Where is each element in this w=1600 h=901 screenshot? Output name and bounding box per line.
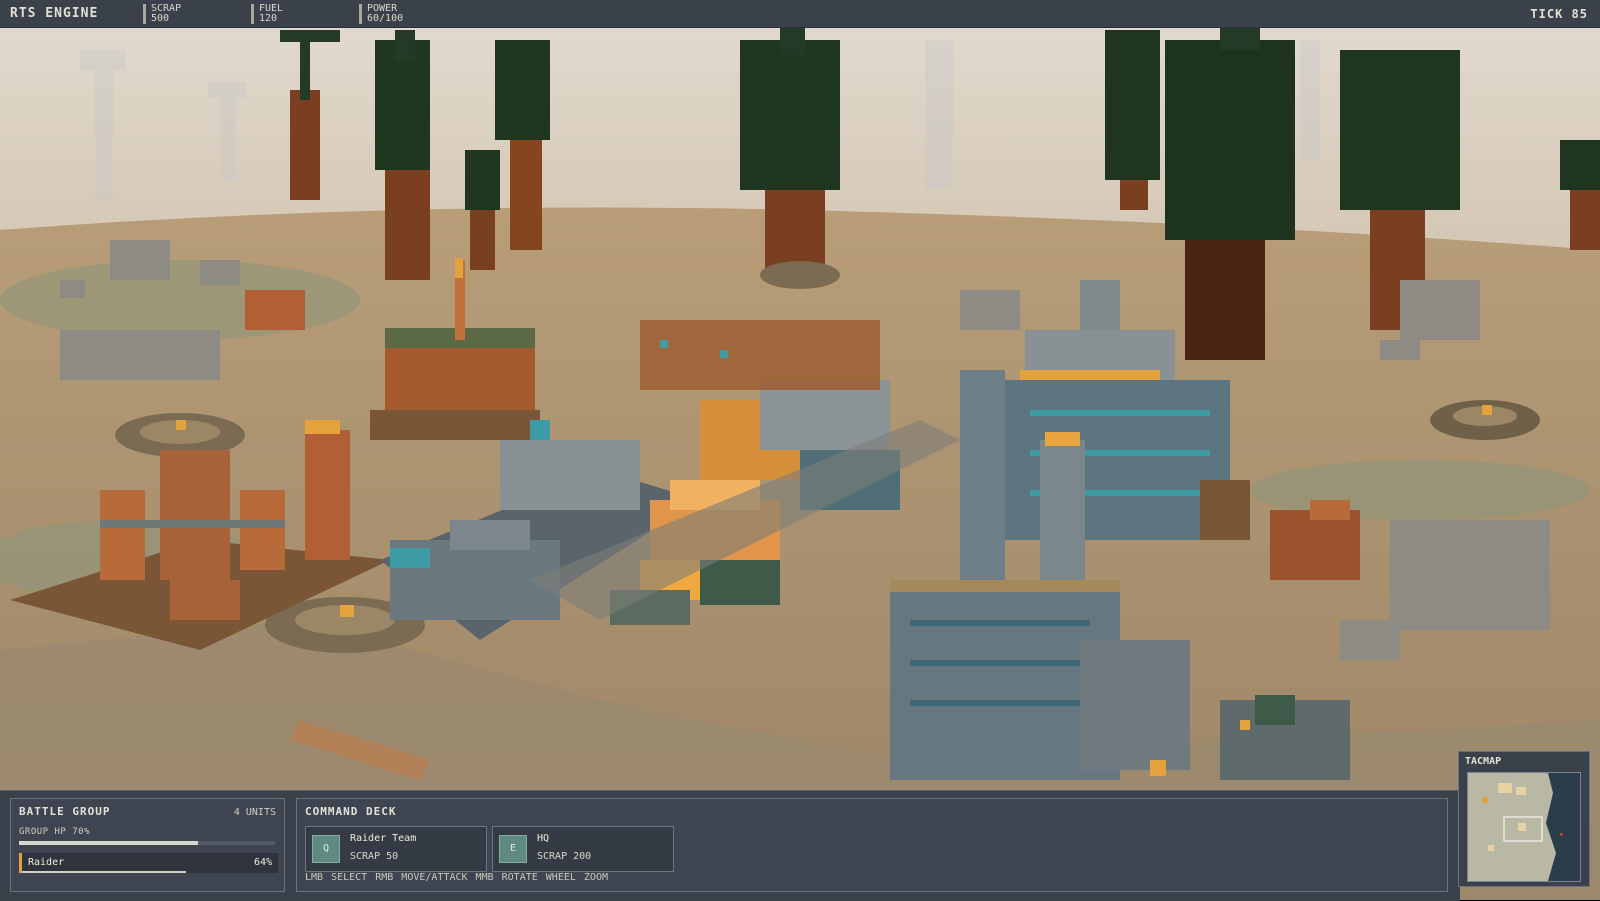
resource-power: POWER 60/100 <box>359 4 403 24</box>
unit-hp-bar <box>22 871 186 873</box>
card-name: HQ <box>537 833 550 844</box>
game-title: RTS ENGINE <box>10 6 99 21</box>
command-deck-panel: COMMAND DECK Q Raider Team SCRAP 50 E HQ… <box>296 798 1448 892</box>
tree-icon <box>465 150 500 270</box>
resource-fuel: FUEL 120 <box>251 4 283 24</box>
battle-group-panel: BATTLE GROUP 4 UNITS GROUP HP 70% Raider… <box>10 798 285 892</box>
building-icon <box>245 290 305 330</box>
resource-value: 120 <box>259 13 278 24</box>
hotkey-badge: Q <box>312 835 340 863</box>
unit-name: Raider <box>28 857 65 868</box>
battle-group-title: BATTLE GROUP <box>19 805 111 818</box>
unit-count: 4 UNITS <box>233 807 276 818</box>
tick-counter: TICK 85 <box>1530 7 1588 21</box>
resource-scrap: SCRAP 500 <box>143 4 181 24</box>
build-card-hq[interactable]: E HQ SCRAP 200 <box>492 826 674 872</box>
controls-hint: LMB SELECT RMB MOVE/ATTACK MMB ROTATE WH… <box>305 872 608 883</box>
group-hp-bar <box>19 841 275 845</box>
tacmap-panel: TACMAP <box>1458 751 1590 887</box>
command-deck-title: COMMAND DECK <box>305 805 397 818</box>
card-name: Raider Team <box>350 833 417 844</box>
hotkey-badge: E <box>499 835 527 863</box>
game-viewport[interactable] <box>0 0 1600 900</box>
selected-unit-row[interactable]: Raider 64% <box>19 853 278 873</box>
resource-pit <box>760 261 840 289</box>
card-cost: SCRAP 200 <box>537 851 592 862</box>
group-hp-label: GROUP HP 70% <box>19 827 91 837</box>
unit-hp-percent: 64% <box>253 857 272 868</box>
tacmap-title: TACMAP <box>1465 756 1502 767</box>
tacmap-minimap[interactable] <box>1467 772 1581 882</box>
building-icon <box>1270 500 1360 580</box>
resource-value: 500 <box>151 13 170 24</box>
group-hp-fill <box>19 841 199 845</box>
resource-value: 60/100 <box>367 13 404 24</box>
card-cost: SCRAP 50 <box>350 851 399 862</box>
top-hud-bar: RTS ENGINE SCRAP 500 FUEL 120 POWER 60/1… <box>0 0 1600 28</box>
build-card-raider-team[interactable]: Q Raider Team SCRAP 50 <box>305 826 487 872</box>
resource-pit <box>1430 400 1540 440</box>
